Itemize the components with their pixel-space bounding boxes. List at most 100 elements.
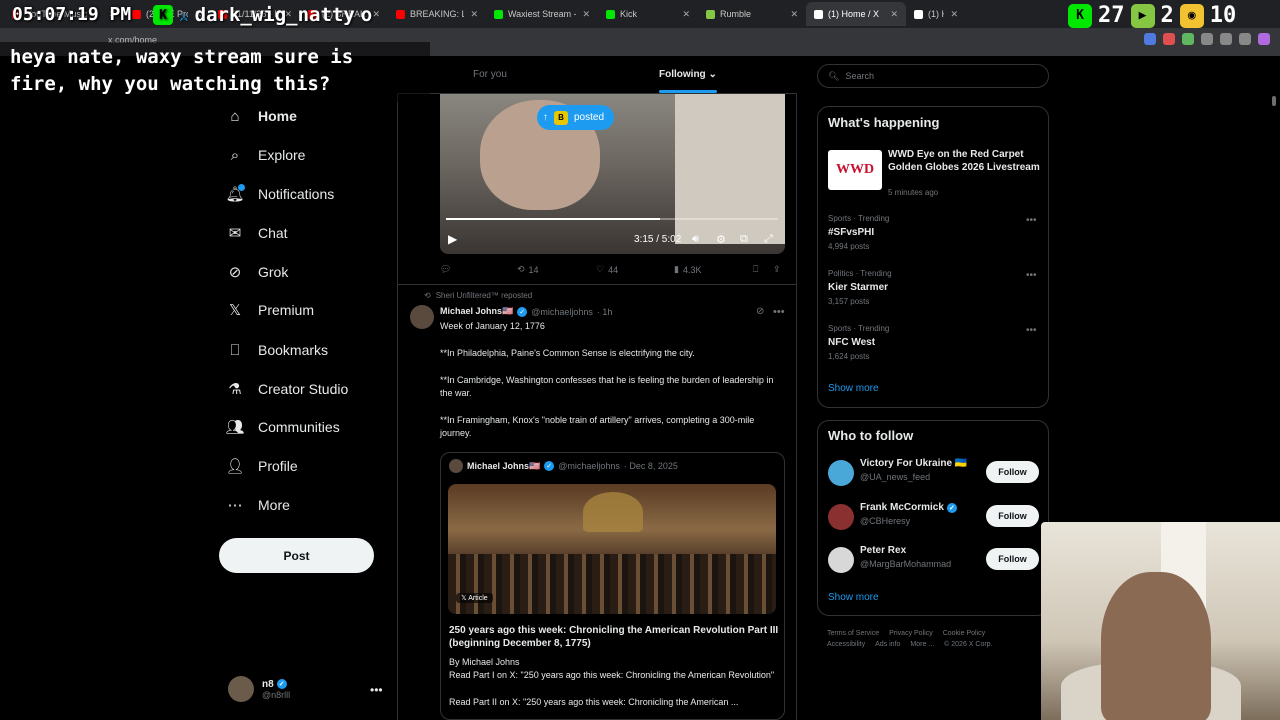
close-tab-icon[interactable]: ✕ (676, 9, 690, 20)
close-tab-icon[interactable]: ✕ (464, 9, 478, 20)
footer-link[interactable]: Ads info (875, 641, 900, 648)
profile-icon[interactable] (1258, 33, 1270, 45)
avatar[interactable] (828, 504, 854, 530)
quoted-author-handle: @michaeljohns (558, 461, 620, 471)
extension-icon[interactable] (1163, 33, 1175, 45)
x-logo-icon: 𝕏 (228, 302, 242, 319)
more-dots-icon[interactable]: ••• (370, 683, 383, 697)
tab-label: Kick (620, 9, 638, 19)
browser-tab[interactable]: Kick ✕ (598, 2, 698, 26)
footer-link[interactable]: Privacy Policy (889, 630, 933, 637)
footer-link[interactable]: Terms of Service (827, 630, 879, 637)
follow-suggestion-name[interactable]: Frank McCormick ✓ (860, 502, 957, 513)
browser-tab[interactable]: Rumble ✕ (698, 2, 806, 26)
browser-tab[interactable]: Waxiest Stream - Y✕ (486, 2, 598, 26)
nav-item-explore[interactable]: ⌕ Explore (226, 142, 306, 168)
tab-favicon-icon (914, 9, 923, 19)
views-button[interactable]: ▮ 4.3K (674, 264, 701, 275)
nav-item-bookmarks[interactable]: ⎕ Bookmarks (226, 337, 328, 363)
sword-icon: ⚔ (179, 5, 189, 25)
post-author-name[interactable]: Michael Johns🇺🇸 (440, 306, 513, 317)
webcam-person (1101, 572, 1211, 720)
footer-link[interactable]: Cookie Policy (943, 630, 985, 637)
like-button[interactable]: ♡ 44 (596, 264, 618, 275)
post-time[interactable]: · 1h (597, 307, 613, 317)
account-name: n8 (262, 678, 274, 690)
avatar[interactable] (828, 547, 854, 573)
section-title: What's happening (828, 115, 940, 130)
avatar[interactable] (828, 460, 854, 486)
search-icon: ⌕ (230, 146, 240, 164)
nav-item-label: Communities (258, 419, 340, 435)
article-cover-image[interactable] (448, 484, 776, 614)
browser-tab[interactable]: BREAKING: LIVE✕ (388, 2, 486, 26)
trend-name[interactable]: Kier Starmer (828, 282, 888, 293)
scrollbar[interactable] (1272, 96, 1276, 106)
reply-button[interactable]: 💬︎ (440, 264, 451, 275)
video-timecode: 3:15 / 5:02 (634, 234, 682, 245)
follow-button[interactable]: Follow (986, 548, 1039, 570)
search-input[interactable]: 🔍︎ Search (817, 64, 1049, 88)
avatar (228, 676, 254, 702)
repost-button[interactable]: ⟲ 14 (517, 264, 539, 275)
extension-icon[interactable] (1239, 33, 1251, 45)
footer-link[interactable]: More ... (910, 641, 934, 648)
nav-item-premium[interactable]: 𝕏 Premium (226, 297, 314, 323)
extension-icon[interactable] (1182, 33, 1194, 45)
share-button[interactable]: ⇪ (773, 264, 781, 275)
picture-in-picture-icon[interactable]: ⧉ (740, 233, 748, 246)
notification-dot (238, 184, 245, 191)
tab-following[interactable]: Following ⌄ (659, 69, 717, 80)
post-author-avatar[interactable] (410, 305, 434, 329)
post-author-handle[interactable]: @michaeljohns (531, 307, 593, 317)
show-more-link[interactable]: Show more (828, 592, 879, 603)
follow-button[interactable]: Follow (986, 461, 1039, 483)
article-tag-label: Article (468, 595, 488, 602)
tab-favicon-icon (814, 9, 823, 19)
browser-tab[interactable]: (1) Hom✕ (906, 2, 966, 26)
nav-item-profile[interactable]: 👤︎ Profile (225, 453, 297, 479)
trend-name[interactable]: #SFvsPHI (828, 227, 874, 238)
more-dots-icon[interactable]: ••• (773, 306, 785, 318)
more-dots-icon[interactable]: ••• (1026, 325, 1037, 336)
volume-icon[interactable]: 🔊︎ (692, 233, 699, 246)
tab-for-you[interactable]: For you (473, 69, 507, 80)
close-tab-icon[interactable]: ✕ (576, 9, 590, 20)
nav-item-more[interactable]: ⋯ More (226, 492, 290, 518)
close-tab-icon[interactable]: ✕ (944, 9, 958, 20)
nav-item-grok[interactable]: ⊘ Grok (226, 259, 289, 285)
extension-icon[interactable] (1144, 33, 1156, 45)
more-dots-icon[interactable]: ••• (1026, 270, 1037, 281)
featured-title[interactable]: WWD Eye on the Red Carpet Golden Globes … (888, 148, 1043, 174)
nav-item-chat[interactable]: ✉ Chat (226, 220, 288, 246)
browser-tab[interactable]: (1) Home / X ✕ (806, 2, 906, 26)
article-title[interactable]: 250 years ago this week: Chronicling the… (449, 624, 779, 650)
more-dots-icon[interactable]: ••• (1026, 215, 1037, 226)
footer-link[interactable]: Accessibility (827, 641, 865, 648)
close-tab-icon[interactable]: ✕ (784, 9, 798, 20)
post-button[interactable]: Post (219, 538, 374, 573)
heart-icon: ♡ (596, 264, 605, 274)
follow-suggestion-name[interactable]: Peter Rex (860, 545, 906, 556)
viewer-count: 10 (1209, 3, 1237, 28)
play-icon[interactable]: ▶ (448, 232, 457, 246)
trend-name[interactable]: NFC West (828, 337, 875, 348)
account-switcher[interactable]: n8 ✓ @n8rlll (228, 676, 290, 702)
show-more-link[interactable]: Show more (828, 383, 879, 394)
nav-item-communities[interactable]: 👥︎ Communities (225, 414, 340, 440)
nav-item-home[interactable]: ⌂ Home (226, 103, 296, 129)
trend-category: Sports · Trending (828, 214, 890, 223)
extension-icon[interactable] (1220, 33, 1232, 45)
new-posts-pill[interactable]: ↑ B posted (537, 105, 615, 130)
nav-item-creator-studio[interactable]: ⚗ Creator Studio (226, 376, 348, 402)
settings-gear-icon[interactable]: ⚙ (716, 233, 726, 246)
follow-button[interactable]: Follow (986, 505, 1039, 527)
fullscreen-icon[interactable]: ⤢ (764, 233, 773, 246)
flask-icon: ⚗ (228, 381, 242, 398)
repost-context[interactable]: ⟲ Sheri Unfiltered™ reposted (424, 291, 532, 300)
bookmark-button[interactable]: ⎕ (753, 264, 758, 275)
close-tab-icon[interactable]: ✕ (884, 9, 898, 20)
extension-icon[interactable] (1201, 33, 1213, 45)
grok-icon[interactable]: ⊘ (756, 306, 764, 317)
follow-suggestion-name[interactable]: Victory For Ukraine 🇺🇦 (860, 458, 967, 469)
